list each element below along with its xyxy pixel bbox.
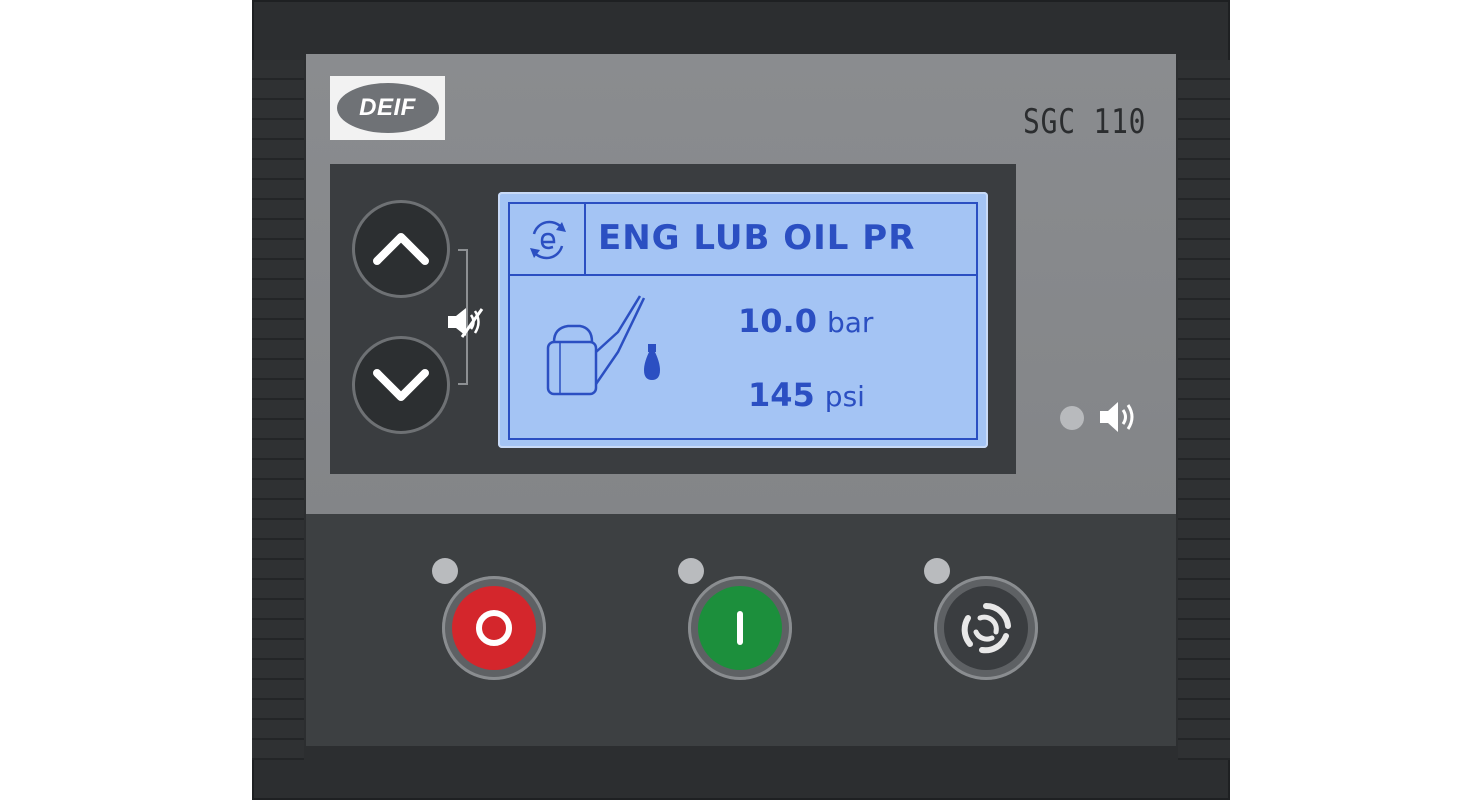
front-panel-upper: DEIF SGC 110 ENG LUB OIL PR 10.0 bar 145… [306, 54, 1176, 514]
reading-psi-unit: psi [824, 380, 865, 413]
model-label: SGC 110 [1022, 102, 1146, 142]
horn-icon [1100, 402, 1134, 432]
display-bezel: ENG LUB OIL PR 10.0 bar 145 psi [330, 164, 1016, 474]
auto-led [924, 558, 950, 584]
reading-bar-value: 10.0 [738, 302, 817, 340]
housing-ribs-left [252, 60, 304, 760]
auto-mode-icon [961, 602, 1011, 654]
stop-control [432, 558, 546, 680]
reading-bar: 10.0 bar [738, 302, 873, 340]
start-button[interactable] [688, 576, 792, 680]
deif-logo: DEIF [330, 76, 445, 140]
lcd-screen: ENG LUB OIL PR 10.0 bar 145 psi [498, 192, 988, 448]
stop-button[interactable] [442, 576, 546, 680]
stop-led [432, 558, 458, 584]
up-button[interactable] [352, 200, 450, 298]
lcd-header-divider [510, 274, 976, 276]
auto-button-face[interactable] [944, 586, 1028, 670]
reading-psi-value: 145 [748, 376, 815, 414]
lcd-icon-divider [584, 204, 586, 274]
housing-ribs-right [1178, 60, 1230, 760]
logo-text: DEIF [336, 83, 439, 133]
start-led [678, 558, 704, 584]
auto-control [924, 558, 1038, 680]
chevron-down-icon [373, 369, 429, 401]
start-icon [737, 611, 743, 645]
mute-horn-icon [448, 308, 484, 338]
reading-psi: 145 psi [748, 376, 865, 414]
start-button-face[interactable] [698, 586, 782, 670]
stop-icon [476, 610, 512, 646]
oil-can-icon [546, 295, 660, 396]
auto-button[interactable] [934, 576, 1038, 680]
lcd-frame: ENG LUB OIL PR 10.0 bar 145 psi [508, 202, 978, 440]
start-control [678, 558, 792, 680]
chevron-up-icon [373, 233, 429, 265]
stop-button-face[interactable] [452, 586, 536, 670]
front-panel: DEIF SGC 110 ENG LUB OIL PR 10.0 bar 145… [306, 54, 1176, 746]
down-button[interactable] [352, 336, 450, 434]
lcd-title: ENG LUB OIL PR [598, 218, 916, 258]
horn-led [1060, 406, 1084, 430]
reading-bar-unit: bar [826, 306, 874, 339]
e-cycle-icon [530, 220, 566, 260]
